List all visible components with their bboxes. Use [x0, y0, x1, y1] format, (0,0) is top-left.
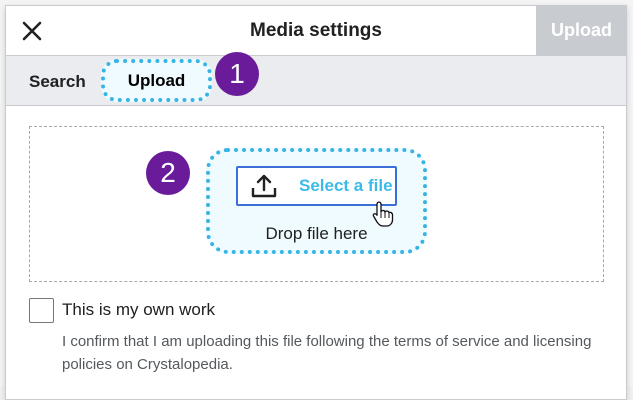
own-work-help-text: I confirm that I am uploading this file … — [62, 333, 592, 373]
dialog-header: Media settings Upload — [6, 5, 627, 56]
dialog-title: Media settings — [250, 20, 382, 41]
tab-upload[interactable]: Upload — [128, 71, 186, 91]
step-2-badge: 2 — [146, 151, 190, 195]
upload-button[interactable]: Upload — [536, 5, 627, 55]
own-work-label: This is my own work — [62, 300, 216, 319]
hand-pointer-icon — [372, 201, 394, 227]
select-file-label: Select a file — [299, 176, 393, 195]
tab-upload-highlight: Upload — [101, 59, 212, 102]
step-1-badge: 1 — [215, 52, 259, 96]
tab-search[interactable]: Search — [29, 72, 86, 92]
upload-icon — [251, 174, 277, 198]
own-work-checkbox[interactable] — [29, 298, 54, 323]
tab-bar: Search Upload — [6, 56, 626, 106]
